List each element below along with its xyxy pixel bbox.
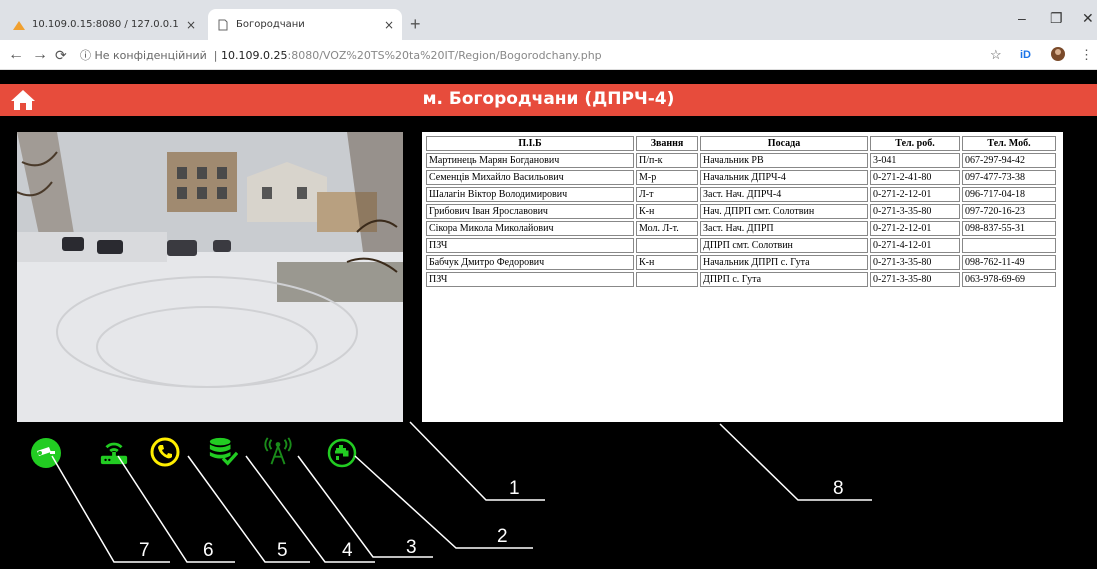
callout-number-3: 3 bbox=[406, 537, 417, 558]
callout-number-4: 4 bbox=[342, 540, 353, 561]
callout-number-8: 8 bbox=[833, 478, 844, 499]
callout-number-7: 7 bbox=[139, 540, 150, 561]
callout-number-5: 5 bbox=[277, 540, 288, 561]
callout-number-1: 1 bbox=[509, 478, 520, 499]
callout-lines bbox=[51, 421, 872, 563]
callout-number-2: 2 bbox=[497, 526, 508, 547]
callout-number-6: 6 bbox=[203, 540, 214, 561]
